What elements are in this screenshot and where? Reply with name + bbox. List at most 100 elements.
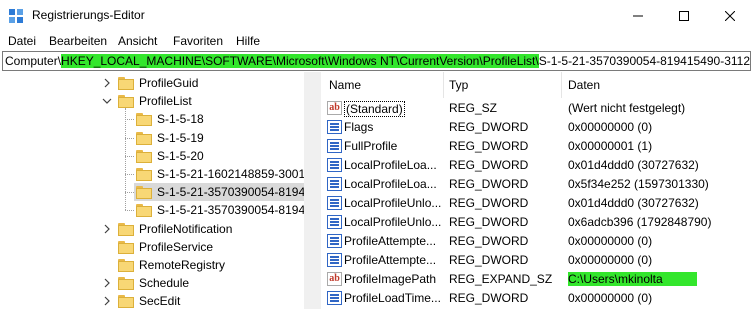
folder-icon bbox=[118, 259, 134, 272]
value-data: 0x00000000 (0) bbox=[568, 253, 653, 267]
binary-value-icon bbox=[327, 196, 342, 210]
tree-item-label: Schedule bbox=[139, 276, 190, 291]
maximize-icon bbox=[679, 10, 689, 21]
value-name: LocalProfileUnlo... bbox=[344, 215, 442, 229]
value-name: ProfileLoadTime... bbox=[344, 291, 441, 305]
value-type: REG_DWORD bbox=[449, 120, 529, 134]
folder-icon bbox=[136, 131, 152, 145]
folder-icon bbox=[136, 204, 152, 218]
binary-value-icon bbox=[327, 177, 342, 191]
maximize-button[interactable] bbox=[661, 0, 707, 31]
menu-bearbeiten[interactable]: Bearbeiten bbox=[49, 34, 107, 48]
value-row[interactable]: LocalProfileLoa... REG_DWORD 0x01d4ddd0 (3… bbox=[325, 156, 753, 175]
chevron-down-icon[interactable] bbox=[102, 96, 112, 106]
tree-item-label: S-1-5-21-3570390054-81941 bbox=[157, 185, 312, 200]
tree-item-label: S-1-5-21-1602148859-30014 bbox=[157, 167, 312, 181]
value-row[interactable]: ab ProfileImagePath REG_EXPAND_SZ C:\Users\… bbox=[325, 270, 753, 289]
folder-icon bbox=[136, 113, 152, 127]
folder-icon bbox=[136, 186, 152, 200]
column-header-data[interactable]: Daten bbox=[568, 72, 600, 98]
value-row[interactable]: LocalProfileUnlo... REG_DWORD 0x01d4ddd0 (… bbox=[325, 194, 753, 213]
menu-hilfe[interactable]: Hilfe bbox=[236, 34, 260, 48]
tree-item-label: ProfileList bbox=[139, 94, 192, 109]
value-type: REG_EXPAND_SZ bbox=[449, 272, 553, 286]
folder-icon bbox=[118, 277, 134, 291]
tree-connector-line bbox=[125, 210, 134, 212]
value-row[interactable]: ProfileAttempte... REG_DWORD 0x00000000 (0… bbox=[325, 251, 753, 270]
tree-item-label: S-1-5-20 bbox=[157, 148, 204, 163]
address-prefix: Computer\ bbox=[5, 54, 62, 68]
value-name: ProfileAttempte... bbox=[344, 234, 437, 248]
binary-value-icon bbox=[327, 253, 342, 267]
binary-value-icon bbox=[327, 139, 342, 153]
tree-connector-line bbox=[125, 155, 134, 157]
value-data: 0x01d4ddd0 (30727632) bbox=[568, 196, 699, 210]
tree-item-label: RemoteRegistry bbox=[139, 258, 226, 272]
value-data: 0x00000000 (0) bbox=[568, 120, 653, 134]
value-type: REG_DWORD bbox=[449, 253, 529, 267]
tree-item-label: S-1-5-18 bbox=[157, 112, 204, 127]
menu-datei[interactable]: Datei bbox=[8, 34, 36, 48]
value-data: 0x00000000 (0) bbox=[568, 291, 653, 305]
value-name: FullProfile bbox=[344, 139, 398, 153]
tree-item-label: S-1-5-21-3570390054-81941 bbox=[157, 203, 312, 218]
minimize-button[interactable] bbox=[615, 0, 661, 31]
tree-item-label: SecEdit bbox=[139, 294, 181, 309]
value-type: REG_DWORD bbox=[449, 234, 529, 248]
column-header-type[interactable]: Typ bbox=[449, 72, 468, 98]
folder-icon bbox=[118, 295, 134, 309]
minimize-icon bbox=[633, 15, 643, 16]
folder-icon bbox=[136, 149, 152, 163]
value-row[interactable]: ProfileLoadTime... REG_DWORD 0x00000000 (0… bbox=[325, 289, 753, 308]
value-row[interactable]: ab (Standard) REG_SZ (Wert nicht festgelegt… bbox=[325, 99, 753, 118]
folder-icon bbox=[118, 222, 134, 236]
chevron-right-icon[interactable] bbox=[102, 278, 112, 288]
tree-item-label: S-1-5-19 bbox=[157, 130, 204, 145]
chevron-right-icon[interactable] bbox=[102, 296, 112, 306]
tree-connector-line bbox=[125, 108, 126, 211]
value-name: LocalProfileUnlo... bbox=[344, 196, 442, 210]
title-bar: Registrierungs-Editor bbox=[0, 0, 753, 31]
menu-ansicht[interactable]: Ansicht bbox=[118, 34, 157, 48]
column-divider[interactable] bbox=[443, 72, 444, 98]
value-data: 0x5f34e252 (1597301330) bbox=[568, 177, 709, 191]
folder-icon bbox=[118, 77, 134, 90]
tree-connector-line bbox=[125, 174, 134, 175]
value-data: 0x6adcb396 (1792848790) bbox=[568, 215, 712, 229]
tree-item-label: ProfileService bbox=[139, 239, 214, 254]
value-row[interactable]: ProfileAttempte... REG_DWORD 0x00000000 (0… bbox=[325, 232, 753, 251]
value-data: 0x01d4ddd0 (30727632) bbox=[568, 158, 699, 172]
menu-bar: Datei Bearbeiten Ansicht Favoriten Hilfe bbox=[0, 31, 753, 51]
value-type: REG_DWORD bbox=[449, 215, 529, 229]
tree-scrollbar[interactable] bbox=[304, 72, 321, 309]
address-bar[interactable]: Computer\HKEY_LOCAL_MACHINE\SOFTWARE\Mic… bbox=[2, 51, 751, 71]
tree-connector-line bbox=[125, 192, 134, 194]
value-row[interactable]: Flags REG_DWORD 0x00000000 (0) bbox=[325, 118, 753, 137]
chevron-right-icon[interactable] bbox=[102, 224, 112, 234]
chevron-right-icon[interactable] bbox=[102, 78, 112, 88]
binary-value-icon bbox=[327, 120, 342, 134]
value-data: 0x00000000 (0) bbox=[568, 234, 653, 248]
value-name: LocalProfileLoa... bbox=[344, 158, 437, 172]
menu-favoriten[interactable]: Favoriten bbox=[173, 34, 223, 48]
folder-icon bbox=[118, 95, 134, 109]
value-list: Name Typ Daten ab (Standard) REG_SZ (Wert n… bbox=[325, 72, 753, 309]
column-divider[interactable] bbox=[561, 72, 562, 98]
value-row[interactable]: LocalProfileUnlo... REG_DWORD 0x6adcb396 (… bbox=[325, 213, 753, 232]
value-type: REG_DWORD bbox=[449, 139, 529, 153]
value-data: 0x00000001 (1) bbox=[568, 139, 653, 153]
column-header-name[interactable]: Name bbox=[329, 72, 361, 98]
close-button[interactable] bbox=[707, 0, 753, 31]
value-name: LocalProfileLoa... bbox=[344, 177, 437, 191]
tree-item-label: ProfileGuid bbox=[139, 76, 199, 90]
tree-connector-line bbox=[125, 119, 134, 121]
value-name: Flags bbox=[344, 120, 374, 134]
value-name: ProfileAttempte... bbox=[344, 253, 437, 267]
binary-value-icon bbox=[327, 291, 342, 305]
string-value-icon: ab bbox=[327, 272, 342, 286]
value-row[interactable]: LocalProfileLoa... REG_DWORD 0x5f34e252 (1… bbox=[325, 175, 753, 194]
value-type: REG_DWORD bbox=[449, 291, 529, 305]
value-type: REG_DWORD bbox=[449, 196, 529, 210]
value-row[interactable]: FullProfile REG_DWORD 0x00000001 (1) bbox=[325, 137, 753, 156]
value-name: ProfileImagePath bbox=[344, 272, 437, 286]
